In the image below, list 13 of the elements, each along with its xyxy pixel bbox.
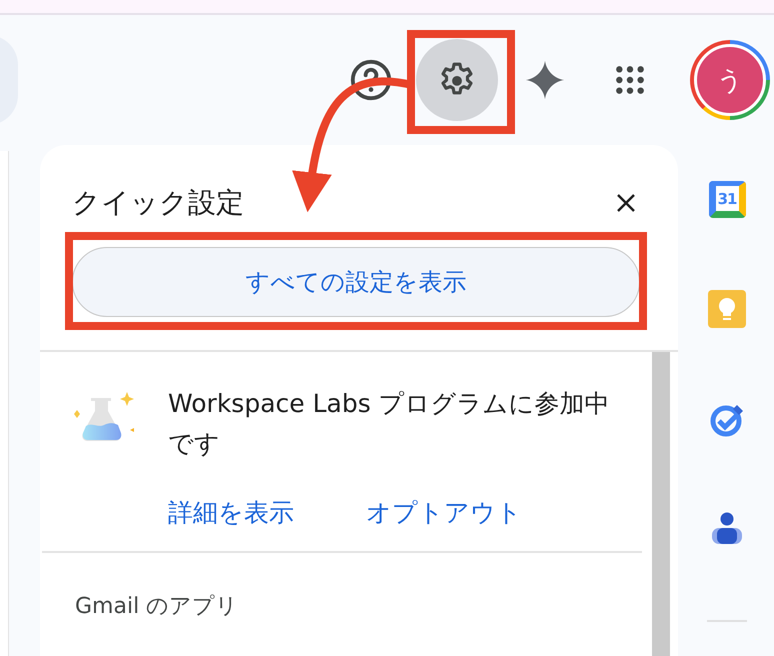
apps-grid-icon[interactable] [614, 64, 646, 96]
labs-message: Workspace Labs プログラムに参加中です [168, 388, 611, 460]
section-heading: Gmail のアプリ [74, 593, 240, 621]
account-avatar[interactable]: う [690, 40, 770, 120]
panel-title: クイック設定 [72, 185, 244, 221]
text-link[interactable]: オプトアウト [366, 496, 522, 529]
calendar-icon[interactable]: 31 [708, 181, 746, 218]
text-link[interactable]: 詳細を表示 [168, 496, 294, 529]
all-settings-button[interactable]: すべての設定を表示 [72, 247, 640, 317]
help-icon[interactable] [348, 57, 394, 103]
scrollbar[interactable] [652, 352, 670, 656]
flask-icon [72, 392, 136, 444]
sparkle-icon[interactable] [524, 59, 566, 101]
